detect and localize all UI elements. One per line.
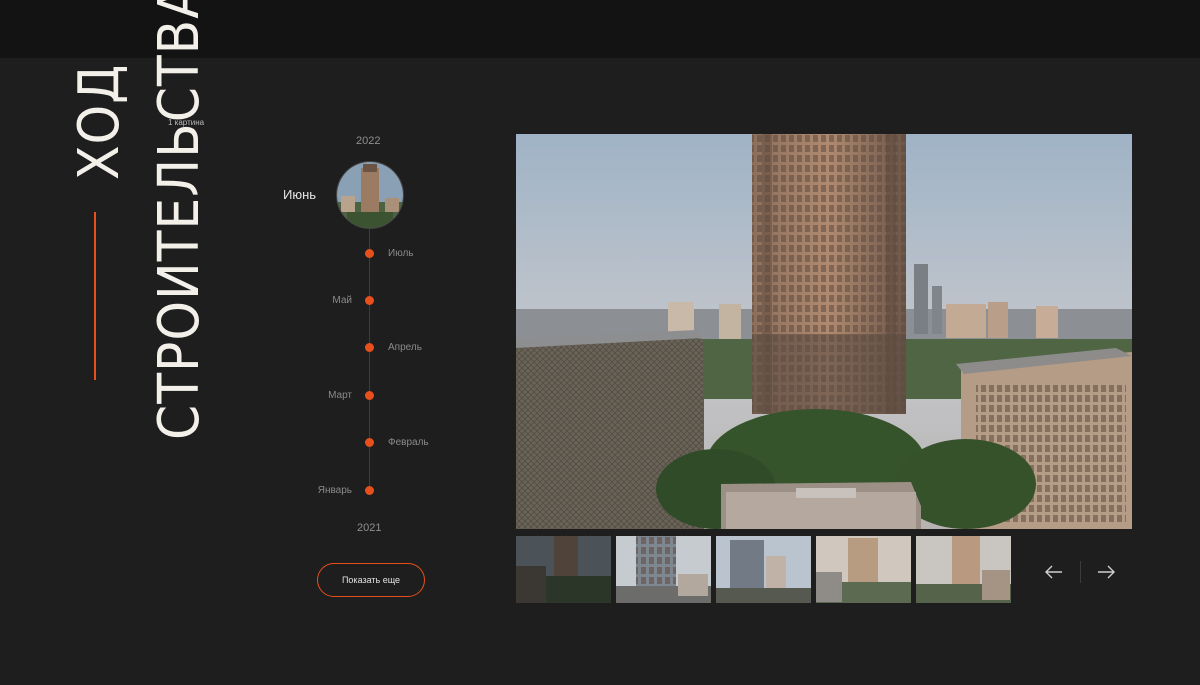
accent-divider — [94, 212, 96, 380]
page-title-line-2: СТРОИТЕЛЬСТВА — [147, 0, 212, 440]
timeline-year-top: 2022 — [356, 135, 381, 147]
timeline-current-month: Июнь — [283, 187, 317, 202]
gallery-thumbnail[interactable] — [716, 536, 811, 603]
arrow-left-icon — [1045, 565, 1062, 579]
timeline-month-february[interactable]: Февраль — [388, 437, 429, 448]
photo-caption: 1 картина — [168, 118, 205, 127]
timeline-month-may[interactable]: Май — [292, 295, 352, 306]
thumbnail-image — [716, 536, 811, 603]
thumbnail-image — [816, 536, 911, 603]
timeline-month-april[interactable]: Апрель — [388, 342, 422, 353]
timeline-dot-may[interactable] — [365, 296, 374, 305]
gallery-thumbnail[interactable] — [816, 536, 911, 603]
timeline-dot-july[interactable] — [365, 249, 374, 258]
timeline-dot-january[interactable] — [365, 486, 374, 495]
page-title-line-1: ХОД — [67, 63, 132, 180]
gallery-thumbnail[interactable] — [516, 536, 611, 603]
timeline-dot-march[interactable] — [365, 391, 374, 400]
timeline-year-bottom: 2021 — [357, 522, 382, 534]
main-construction-photo — [516, 134, 1132, 529]
thumbnail-image — [616, 536, 711, 603]
show-more-button[interactable]: Показать еще — [317, 563, 425, 597]
prev-arrow-button[interactable] — [1042, 560, 1066, 584]
timeline-current-thumbnail[interactable] — [336, 161, 404, 229]
timeline-month-march[interactable]: Март — [292, 390, 352, 401]
tower-thumbnail-image — [337, 162, 403, 228]
timeline-month-july[interactable]: Июль — [388, 248, 414, 259]
arrow-separator — [1080, 561, 1081, 583]
timeline-dot-april[interactable] — [365, 343, 374, 352]
gallery-thumbnail[interactable] — [916, 536, 1011, 603]
thumbnail-image — [516, 536, 611, 603]
next-arrow-button[interactable] — [1094, 560, 1118, 584]
timeline-dot-february[interactable] — [365, 438, 374, 447]
timeline-track — [369, 228, 370, 494]
arrow-right-icon — [1098, 565, 1115, 579]
thumbnail-image — [916, 536, 1011, 603]
timeline-month-january[interactable]: Январь — [292, 485, 352, 496]
gallery-thumbnail[interactable] — [616, 536, 711, 603]
